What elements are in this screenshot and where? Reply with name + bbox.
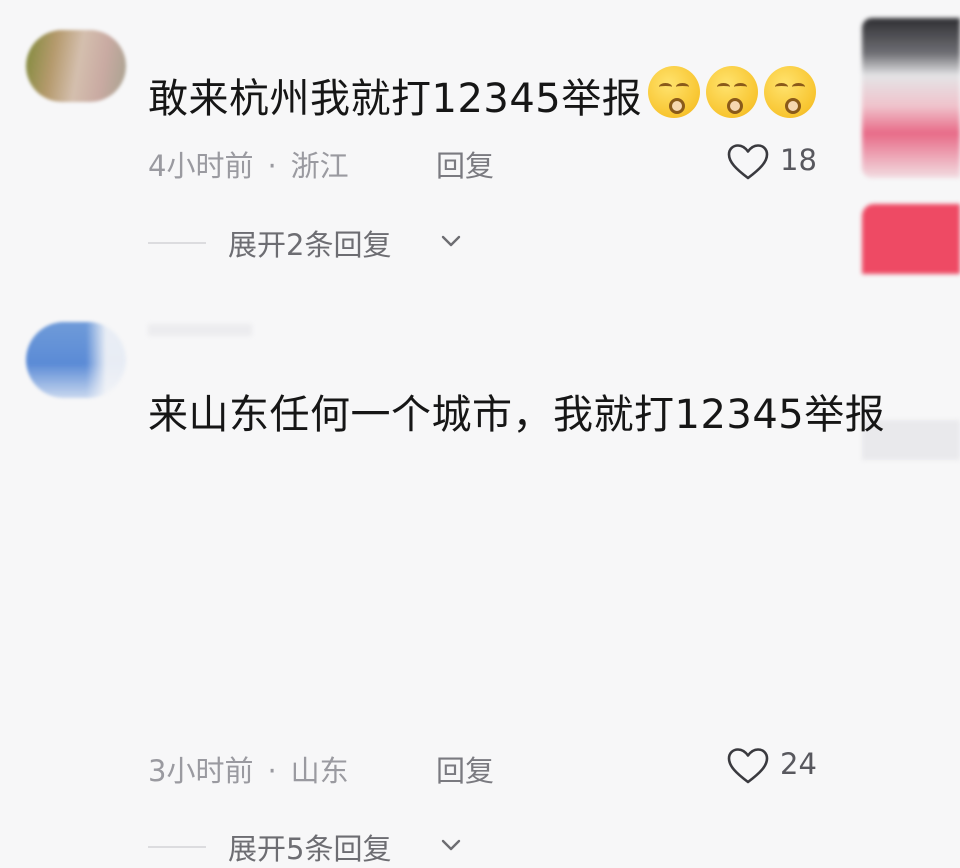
expand-replies-label: 展开5条回复 bbox=[228, 832, 392, 866]
smirk-emoji-icon bbox=[764, 66, 816, 118]
comment-location: 浙江 bbox=[290, 149, 349, 183]
like-count: 24 bbox=[780, 747, 817, 781]
chevron-down-icon bbox=[441, 235, 461, 247]
separator-dot: · bbox=[267, 754, 277, 788]
avatar[interactable] bbox=[26, 30, 126, 102]
comment-meta: 4小时前 · 浙江 回复 bbox=[148, 143, 494, 183]
expand-replies-label: 展开2条回复 bbox=[228, 228, 392, 262]
like-button[interactable]: 18 bbox=[726, 141, 822, 181]
comment-time: 4小时前 bbox=[148, 149, 254, 183]
blurred-side-content bbox=[862, 18, 960, 178]
like-count: 18 bbox=[780, 143, 817, 177]
username-blurred bbox=[148, 324, 252, 336]
heart-icon bbox=[727, 144, 769, 180]
like-button[interactable]: 24 bbox=[726, 745, 822, 785]
comment-time: 3小时前 bbox=[148, 754, 254, 788]
comment-text: 来山东任何一个城市，我就打12345举报 bbox=[148, 392, 886, 438]
smirk-emoji-icon bbox=[648, 66, 700, 118]
avatar[interactable] bbox=[26, 322, 126, 398]
chevron-down-icon bbox=[441, 839, 461, 851]
reply-button[interactable]: 回复 bbox=[436, 748, 494, 790]
comment-location: 山东 bbox=[290, 754, 349, 788]
reply-button[interactable]: 回复 bbox=[436, 143, 494, 185]
divider-line bbox=[148, 242, 206, 244]
emoji-row bbox=[648, 66, 822, 118]
separator-dot: · bbox=[267, 149, 277, 183]
divider-line bbox=[148, 846, 206, 848]
heart-icon bbox=[727, 748, 769, 784]
comment-meta: 3小时前 · 山东 回复 bbox=[148, 748, 494, 788]
blurred-side-content bbox=[862, 204, 960, 274]
smirk-emoji-icon bbox=[706, 66, 758, 118]
comment-text: 敢来杭州我就打12345举报 bbox=[148, 76, 643, 122]
